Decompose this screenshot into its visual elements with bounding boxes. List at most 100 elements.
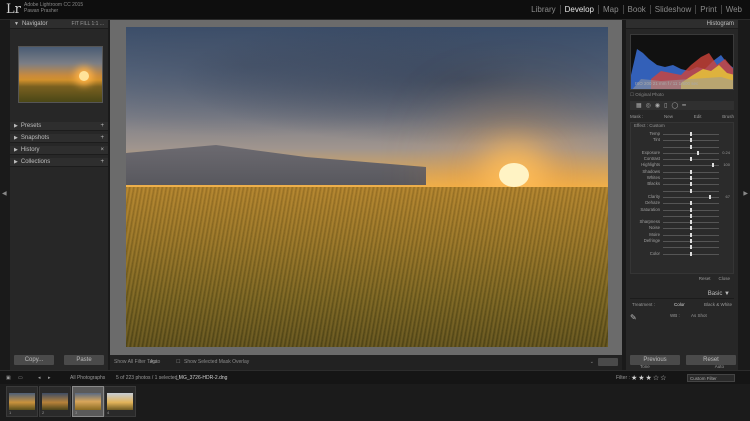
wb-select[interactable]: As Shot <box>691 313 707 318</box>
slider-knob[interactable] <box>690 201 692 206</box>
histogram-header[interactable]: Histogram <box>626 20 738 29</box>
expand-triangle-icon: ▶ <box>14 147 18 153</box>
graduated-filter-icon[interactable]: ▯ <box>664 102 667 109</box>
slider-knob[interactable] <box>709 194 712 199</box>
section-history[interactable]: ▶ History × <box>10 146 108 155</box>
slider-label: Highlights <box>641 162 660 168</box>
red-eye-icon[interactable]: ◉ <box>655 102 660 109</box>
clear-icon[interactable]: × <box>100 146 104 155</box>
filmstrip-source[interactable]: All Photographs <box>70 375 105 381</box>
slider-label: Sharpness <box>639 219 660 225</box>
copy-button[interactable]: Copy... <box>14 355 54 365</box>
add-icon[interactable]: + <box>100 134 104 143</box>
mask-new-button[interactable]: New <box>664 114 673 119</box>
module-book[interactable]: Book <box>624 5 651 14</box>
before-after-toggle[interactable] <box>598 358 618 366</box>
filmstrip-thumb[interactable]: 1 <box>6 386 38 417</box>
spot-removal-icon[interactable]: ◎ <box>646 102 651 109</box>
effect-value[interactable]: Custom <box>649 123 665 128</box>
slider-knob[interactable] <box>690 144 692 149</box>
navigator-header[interactable]: ▼ Navigator FIT FILL 1:1 ... <box>10 20 108 29</box>
slider-knob[interactable] <box>690 232 692 237</box>
slider-value: 100 <box>723 162 730 168</box>
module-library[interactable]: Library <box>527 5 561 14</box>
collapse-triangle-icon: ▼ <box>14 21 19 27</box>
slider-label: Dehaze <box>645 200 660 206</box>
navigator-zoom-options[interactable]: FIT FILL 1:1 ... <box>71 20 104 29</box>
slider-row[interactable]: Color <box>631 251 733 257</box>
show-mask-label[interactable]: Show Selected Mask Overlay <box>184 359 249 365</box>
slider-knob[interactable] <box>690 226 692 231</box>
slider-knob[interactable] <box>690 157 692 162</box>
crop-icon[interactable]: ▦ <box>636 102 642 109</box>
slider-knob[interactable] <box>690 213 692 218</box>
section-history-label: History <box>20 147 40 153</box>
slider-knob[interactable] <box>690 245 692 250</box>
star-filter[interactable]: ★★★☆☆ <box>631 374 667 382</box>
filmstrip-thumb[interactable]: 2 <box>39 386 71 417</box>
module-develop[interactable]: Develop <box>561 5 599 14</box>
radial-filter-icon[interactable]: ◯ <box>671 102 678 109</box>
filmstrip-thumb[interactable]: 4 <box>104 386 136 417</box>
left-sections: ▶ Presets + ▶ Snapshots + ▶ History × ▶ Collect… <box>10 122 108 170</box>
module-slideshow[interactable]: Slideshow <box>651 5 697 14</box>
slider-knob[interactable] <box>690 182 692 187</box>
slider-track[interactable] <box>663 165 719 167</box>
add-icon[interactable]: + <box>100 158 104 167</box>
slider-knob[interactable] <box>690 220 692 225</box>
module-map[interactable]: Map <box>599 5 624 14</box>
catalog-line-2: Pawan Prasher <box>24 8 59 14</box>
main-photo[interactable] <box>126 27 608 347</box>
original-photo-checkbox[interactable]: ☐ Original Photo <box>630 92 664 98</box>
grid-view-icon[interactable]: ▣ <box>6 375 11 381</box>
loupe-view-icon[interactable]: ▭ <box>18 375 23 381</box>
back-icon[interactable]: ◂ <box>38 375 41 381</box>
slider-knob[interactable] <box>696 150 699 155</box>
custom-filter-select[interactable]: Custom Filter <box>687 374 735 382</box>
overlay-checkbox-icon[interactable]: ☐ <box>176 359 180 365</box>
basic-header[interactable]: Basic ▼ <box>630 290 734 299</box>
section-snapshots[interactable]: ▶ Snapshots + <box>10 134 108 143</box>
slider-knob[interactable] <box>690 251 692 256</box>
section-presets[interactable]: ▶ Presets + <box>10 122 108 131</box>
treatment-bw[interactable]: Black & White <box>704 302 732 307</box>
slider-knob[interactable] <box>690 207 692 212</box>
previous-button[interactable]: Previous <box>630 355 680 365</box>
slider-knob[interactable] <box>690 188 692 193</box>
slider-knob[interactable] <box>690 176 692 181</box>
right-panel-toggle-icon[interactable]: ▶ <box>743 190 748 197</box>
module-web[interactable]: Web <box>722 5 746 14</box>
add-icon[interactable]: + <box>100 122 104 131</box>
auto-toggle[interactable]: Auto <box>150 359 160 365</box>
mask-brush-button[interactable]: Brush <box>722 114 734 119</box>
paste-button[interactable]: Paste <box>64 355 104 365</box>
slider-label: Moire <box>649 231 660 237</box>
filmstrip-thumb-selected[interactable]: 3 <box>72 386 104 417</box>
module-print[interactable]: Print <box>696 5 722 14</box>
mask-row: Mask : New Edit Brush <box>630 114 734 119</box>
toolbar-menu-icon[interactable]: ⌄ <box>590 359 594 365</box>
slider-value: 67 <box>725 193 730 199</box>
adjustment-brush-icon[interactable]: ━ <box>682 102 686 109</box>
histogram-chart[interactable]: ISO 200 21 mm f / 11 1/500 sec <box>630 34 734 90</box>
slider-label: Color <box>649 250 660 256</box>
treatment-color[interactable]: Color <box>674 302 685 307</box>
slider-knob[interactable] <box>690 132 692 136</box>
close-link[interactable]: Close <box>718 276 730 281</box>
navigator-preview[interactable] <box>18 46 103 103</box>
wb-label: WB : <box>670 313 680 318</box>
reset-button[interactable]: Reset <box>686 355 736 365</box>
section-collections[interactable]: ▶ Collections + <box>10 158 108 167</box>
slider-knob[interactable] <box>690 239 692 244</box>
forward-icon[interactable]: ▸ <box>48 375 51 381</box>
reset-link[interactable]: Reset <box>699 276 711 281</box>
slider-knob[interactable] <box>690 169 692 174</box>
left-panel-toggle-icon[interactable]: ◀ <box>2 190 7 197</box>
mask-edit-button[interactable]: Edit <box>694 114 702 119</box>
slider-knob[interactable] <box>690 138 692 143</box>
current-filename[interactable]: _MG_3726-HDR-2.dng <box>176 375 227 381</box>
slider-track[interactable] <box>663 152 719 154</box>
slider-knob[interactable] <box>712 163 715 168</box>
top-bar: Lr Adobe Lightroom CC 2015 Pawan Prasher… <box>0 0 750 20</box>
photo-count: 5 of 223 photos / 1 selected / <box>116 375 181 381</box>
